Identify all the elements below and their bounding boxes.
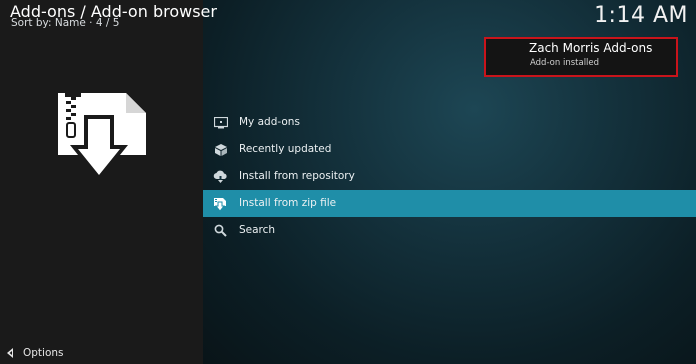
search-icon [213,223,228,238]
menu-item-my-addons[interactable]: My add-ons [203,109,696,136]
menu-item-recently-updated[interactable]: Recently updated [203,136,696,163]
notification-message: Add-on installed [530,58,600,68]
options-button[interactable]: Options [5,347,64,359]
menu-item-search[interactable]: Search [203,217,696,244]
sort-info: Sort by: Name · 4 / 5 [11,17,120,29]
options-label: Options [23,347,64,359]
notification-title: Zach Morris Add-ons [529,41,653,55]
monitor-icon [213,115,228,130]
options-arrow-icon [7,348,13,358]
menu-item-label: Recently updated [239,143,332,155]
menu-item-label: Install from zip file [239,197,337,209]
cloud-download-icon [213,169,228,184]
menu-item-label: Install from repository [239,170,355,182]
addon-browser-menu: My add-ons Recently updated Install from… [203,109,696,244]
clock: 1:14 AM [594,3,688,28]
notification-toast: Zach Morris Add-ons Add-on installed [484,37,678,77]
menu-item-label: Search [239,224,276,236]
zip-file-download-icon [58,93,146,181]
zip-install-icon [213,196,228,211]
menu-item-install-from-zip[interactable]: Install from zip file [203,190,696,217]
menu-item-label: My add-ons [239,116,300,128]
box-icon [213,142,228,157]
menu-item-install-from-repository[interactable]: Install from repository [203,163,696,190]
